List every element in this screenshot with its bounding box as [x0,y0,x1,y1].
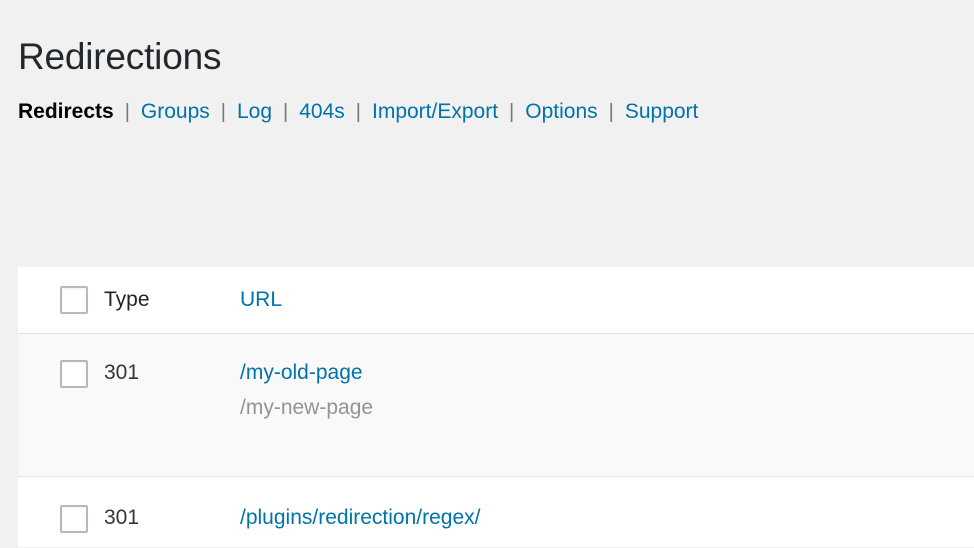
row-url-cell: /my-old-page /my-new-page [240,360,974,421]
subnav-separator: | [114,96,141,128]
subnav-separator: | [210,96,237,128]
row-url-cell: /plugins/redirection/regex/ [240,505,974,531]
subnav-item-options[interactable]: Options [525,96,597,128]
subnav-item-redirects[interactable]: Redirects [18,96,114,128]
row-checkbox[interactable] [60,360,88,388]
table-header-row: Type URL [18,267,974,334]
row-type: 301 [104,360,240,386]
table-toolbar: Bulk Actions Apply All groups Filter [0,201,974,257]
row-select-cell [18,505,104,533]
table-row: 301 /plugins/redirection/regex/ [18,477,974,547]
row-target-url: /my-new-page [240,395,974,421]
subnav-item-support[interactable]: Support [625,96,699,128]
page-title: Redirections [18,33,221,81]
select-all-cell [18,286,104,314]
subnav-separator: | [598,96,625,128]
row-type: 301 [104,505,240,531]
row-checkbox[interactable] [60,505,88,533]
subnav-separator: | [272,96,299,128]
admin-page: Redirections Redirects | Groups | Log | … [0,0,974,548]
subnav-item-log[interactable]: Log [237,96,272,128]
row-source-url-link[interactable]: /plugins/redirection/regex/ [240,505,974,531]
table-row: 301 /my-old-page /my-new-page [18,334,974,477]
subnav-item-import-export[interactable]: Import/Export [372,96,498,128]
subnav-separator: | [345,96,372,128]
column-header-type: Type [104,287,240,313]
column-header-url: URL [240,287,974,313]
subnav-item-404s[interactable]: 404s [299,96,345,128]
select-all-checkbox[interactable] [60,286,88,314]
redirects-table: Type URL 301 /my-old-page /my-new-page 3… [18,267,974,547]
row-select-cell [18,360,104,388]
subnav-item-groups[interactable]: Groups [141,96,210,128]
row-source-url-link[interactable]: /my-old-page [240,360,974,386]
subnav-separator: | [498,96,525,128]
column-header-url-sort-link[interactable]: URL [240,288,282,311]
subnav: Redirects | Groups | Log | 404s | Import… [18,96,698,128]
